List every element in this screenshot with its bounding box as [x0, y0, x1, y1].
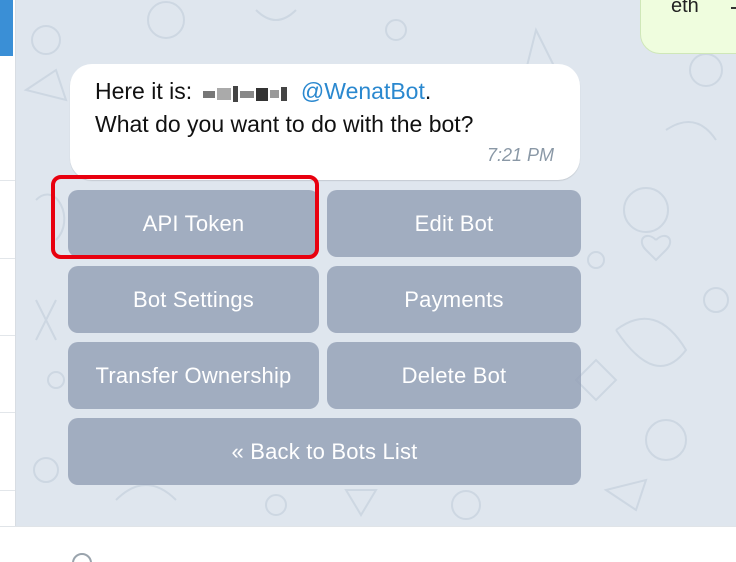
- delete-bot-button[interactable]: Delete Bot: [327, 342, 581, 409]
- transfer-ownership-button[interactable]: Transfer Ownership: [68, 342, 319, 409]
- message-prefix: Here it is:: [95, 78, 193, 104]
- edit-bot-button[interactable]: Edit Bot: [327, 190, 581, 257]
- chat-list-edge: [0, 0, 16, 526]
- divider: [0, 180, 15, 181]
- message-question: What do you want to do with the bot?: [95, 111, 474, 137]
- chat-area: eth Here it is: @WenatBot. What do you w…: [16, 0, 736, 526]
- divider: [0, 335, 15, 336]
- message-first-line: Here it is: @WenatBot.: [95, 78, 431, 106]
- redacted-bot-name: [202, 79, 289, 106]
- message-suffix: .: [424, 78, 432, 104]
- payments-button[interactable]: Payments: [327, 266, 581, 333]
- bot-message-bubble: Here it is: @WenatBot. What do you want …: [70, 64, 580, 180]
- outgoing-message-fragment: [731, 7, 736, 9]
- divider: [0, 490, 15, 491]
- bot-username-link[interactable]: @WenatBot: [301, 78, 425, 104]
- outgoing-message-bubble: eth: [640, 0, 736, 54]
- message-composer: [0, 526, 736, 562]
- attach-icon[interactable]: [72, 553, 92, 562]
- back-to-bots-list-button[interactable]: « Back to Bots List: [68, 418, 581, 485]
- api-token-highlight-outline: [51, 175, 319, 259]
- divider: [0, 412, 15, 413]
- selected-chat-indicator: [0, 0, 13, 56]
- divider: [0, 258, 15, 259]
- bot-settings-button[interactable]: Bot Settings: [68, 266, 319, 333]
- outgoing-message-text: eth: [671, 0, 699, 17]
- message-timestamp: 7:21 PM: [486, 145, 554, 165]
